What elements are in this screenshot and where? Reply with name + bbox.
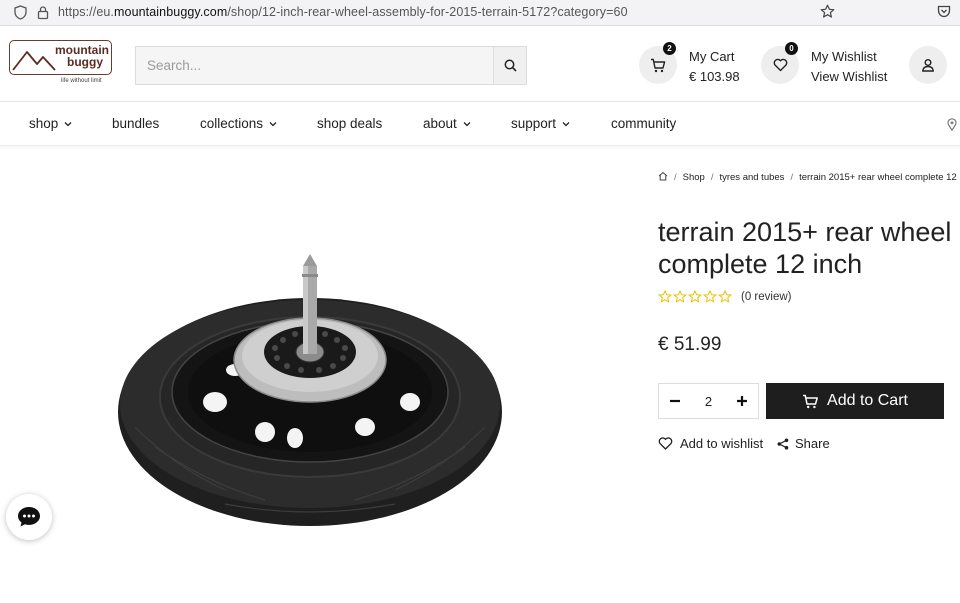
nav-about[interactable]: about (423, 116, 471, 131)
wishlist-summary[interactable]: My Wishlist View Wishlist (811, 47, 887, 87)
cart-count-badge: 2 (663, 42, 676, 55)
product-price: € 51.99 (658, 334, 722, 355)
site-header: mountain buggy life without limit Search… (0, 27, 960, 102)
nav-bundles[interactable]: bundles (112, 116, 159, 131)
chevron-down-icon (64, 121, 72, 126)
search-button[interactable] (493, 47, 526, 84)
chevron-down-icon (269, 121, 277, 126)
quantity-increase-button[interactable] (736, 391, 748, 412)
nav-support[interactable]: support (511, 116, 570, 131)
logo-text-2: buggy (67, 55, 103, 69)
home-icon[interactable] (658, 171, 668, 184)
star-icon (673, 290, 687, 303)
logo-tagline: life without limit (61, 78, 102, 84)
review-count[interactable]: (0 review) (741, 291, 791, 303)
star-icon (658, 290, 672, 303)
browser-url-bar: https://eu.mountainbuggy.com/shop/12-inc… (0, 0, 960, 26)
share-icon (777, 438, 789, 449)
search-bar[interactable]: Search... (135, 46, 527, 85)
quantity-input[interactable]: 2 (705, 394, 712, 409)
nav-shop[interactable]: shop (29, 116, 72, 131)
search-input[interactable]: Search... (147, 58, 201, 73)
add-to-wishlist-link[interactable]: Add to wishlist (658, 436, 763, 451)
wishlist-count-badge: 0 (785, 42, 798, 55)
chevron-down-icon (562, 121, 570, 126)
cart-label: My Cart (689, 49, 735, 64)
shield-icon[interactable] (14, 5, 27, 25)
nav-shop-deals[interactable]: shop deals (317, 116, 382, 131)
heart-icon (773, 58, 787, 72)
chat-button[interactable] (6, 494, 52, 540)
star-icon (718, 290, 732, 303)
quantity-stepper: 2 (658, 383, 759, 419)
breadcrumb-shop[interactable]: Shop (683, 172, 705, 183)
product-rating[interactable]: (0 review) (658, 290, 791, 303)
quantity-decrease-button[interactable] (669, 391, 681, 412)
search-icon (504, 59, 517, 72)
breadcrumb-current: terrain 2015+ rear wheel complete 12 (799, 172, 957, 183)
user-icon (922, 59, 934, 72)
share-link[interactable]: Share (777, 436, 830, 451)
chat-bubble-icon (18, 507, 40, 527)
account-button[interactable] (909, 46, 947, 84)
add-to-cart-button[interactable]: Add to Cart (766, 383, 944, 419)
nav-collections[interactable]: collections (200, 116, 277, 131)
chevron-down-icon (463, 121, 471, 126)
lock-icon[interactable] (37, 5, 49, 25)
cart-total: € 103.98 (689, 69, 740, 84)
url-field[interactable]: https://eu.mountainbuggy.com/shop/12-inc… (58, 5, 628, 19)
wishlist-label: My Wishlist (811, 49, 877, 64)
star-icon (703, 290, 717, 303)
cart-summary[interactable]: My Cart € 103.98 (689, 47, 740, 87)
star-icon (688, 290, 702, 303)
bookmark-star-icon[interactable] (820, 4, 835, 24)
cart-icon (651, 58, 666, 72)
main-nav: shop bundles collections shop deals abou… (0, 103, 960, 146)
brand-logo[interactable]: mountain buggy life without limit (9, 40, 113, 88)
product-image[interactable] (115, 252, 507, 532)
location-pin-icon[interactable] (947, 118, 957, 136)
cart-icon (803, 394, 818, 408)
breadcrumb: / Shop / tyres and tubes / terrain 2015+… (658, 171, 957, 184)
nav-community[interactable]: community (611, 116, 676, 131)
view-wishlist-link[interactable]: View Wishlist (811, 67, 887, 87)
heart-icon (658, 437, 673, 450)
breadcrumb-category[interactable]: tyres and tubes (719, 172, 784, 183)
pocket-icon[interactable] (937, 5, 951, 23)
product-title: terrain 2015+ rear wheel complete 12 inc… (658, 217, 952, 279)
